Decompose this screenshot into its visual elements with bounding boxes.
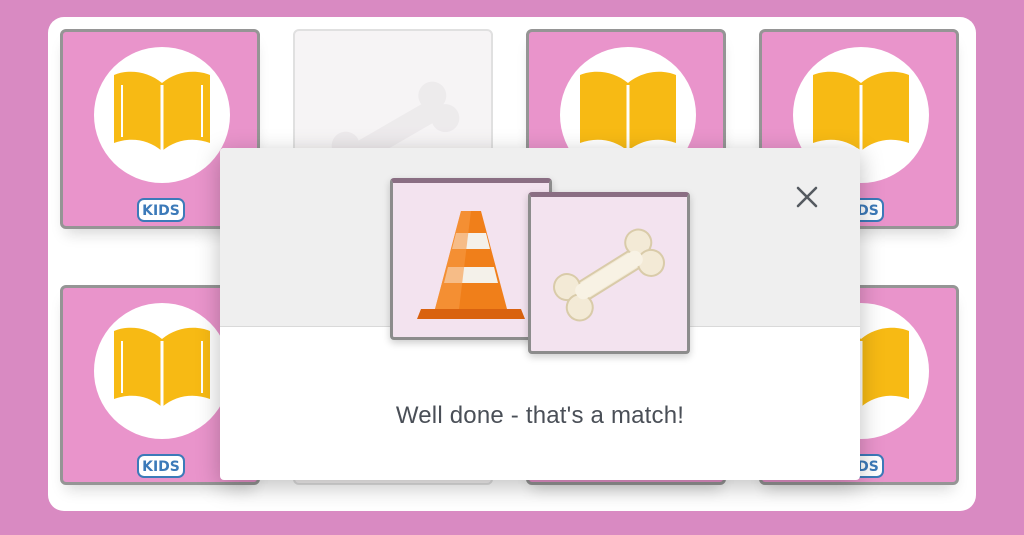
- match-dialog: Well done - that's a match!: [220, 148, 860, 480]
- matched-card-bone: [528, 192, 690, 354]
- traffic-cone-icon: [417, 211, 525, 319]
- match-message: Well done - that's a match!: [395, 402, 685, 429]
- close-button[interactable]: [792, 182, 822, 212]
- bone-icon: [553, 228, 665, 322]
- close-icon: [796, 186, 818, 208]
